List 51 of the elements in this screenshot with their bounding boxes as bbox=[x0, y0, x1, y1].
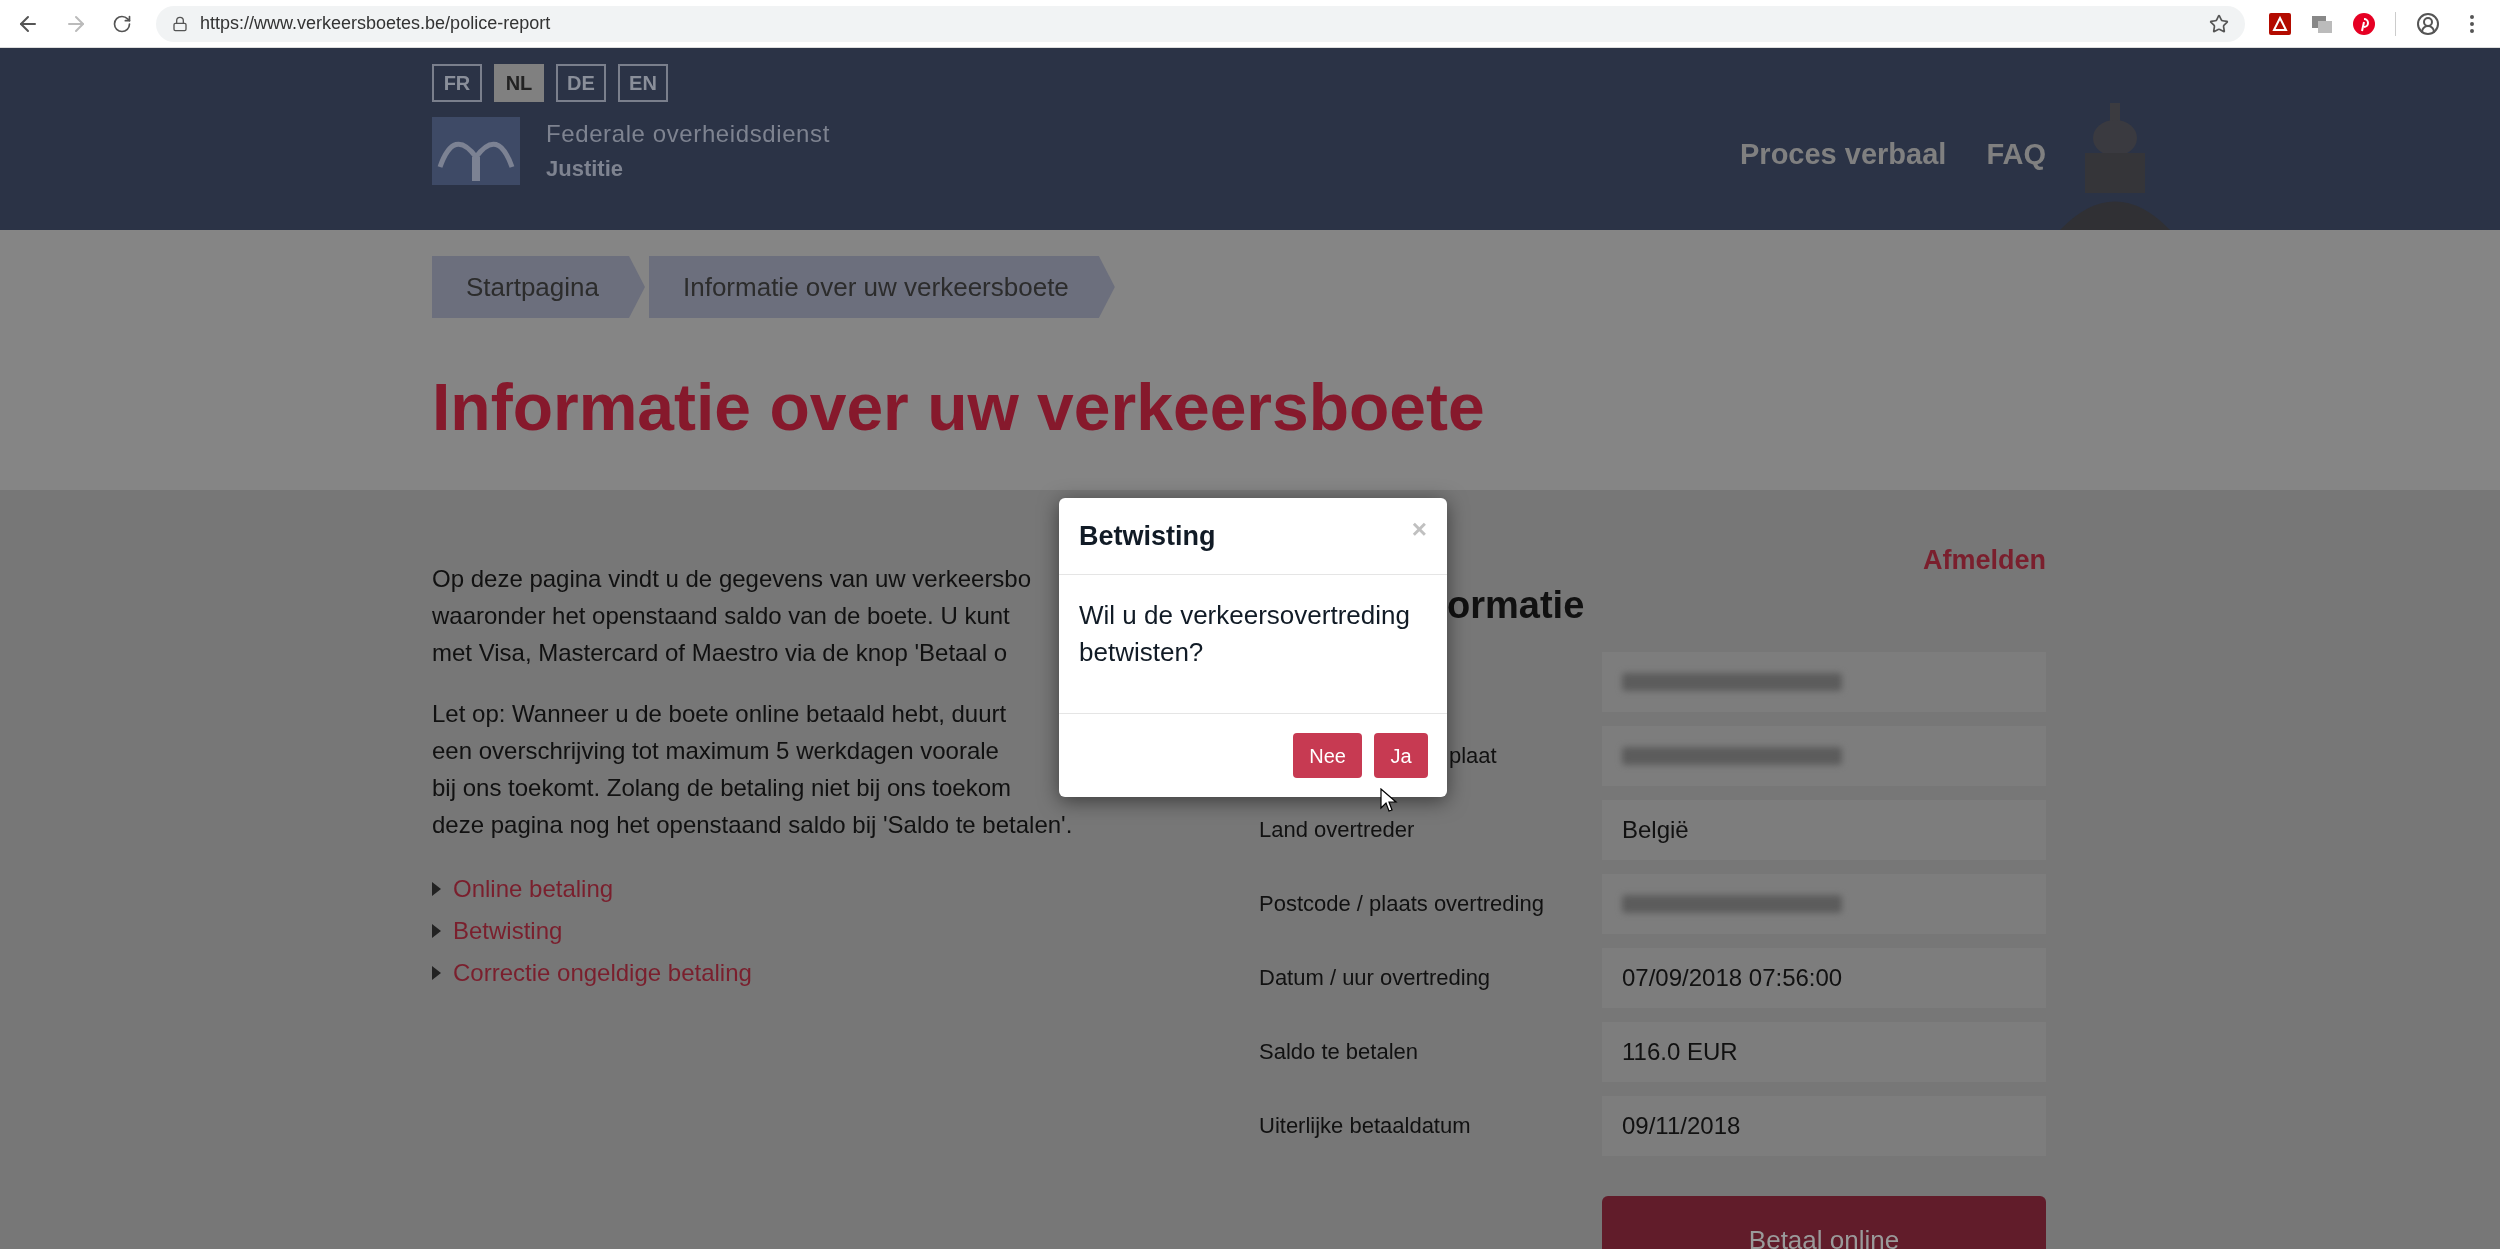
reload-icon[interactable] bbox=[112, 13, 132, 34]
dialog-message: Wil u de verkeersovertreding betwisten? bbox=[1079, 599, 1411, 669]
bookmark-star-icon[interactable] bbox=[2209, 13, 2229, 34]
value-field: België bbox=[1602, 799, 2046, 860]
paragraph-line: waaronder het openstaand saldo van de boete. U kunt bbox=[432, 601, 1010, 631]
lock-icon bbox=[172, 15, 188, 32]
page-title: Informatie over uw verkeersboete bbox=[432, 369, 1486, 446]
section-link[interactable]: Online betaling bbox=[453, 871, 614, 907]
dialog-button[interactable]: Nee bbox=[1293, 733, 1362, 778]
field-label: Datum / uur overtreding bbox=[1259, 965, 1491, 990]
language-button[interactable]: FR bbox=[432, 64, 482, 102]
field-label: Postcode / plaats overtreding bbox=[1259, 891, 1544, 916]
language-button[interactable]: NL bbox=[494, 64, 544, 102]
address-bar[interactable]: https://www.verkeersboetes.be/police-report bbox=[156, 5, 2245, 42]
field-label: Land overtreder bbox=[1259, 817, 1415, 842]
account-icon[interactable] bbox=[2416, 11, 2440, 36]
caret-right-icon bbox=[432, 924, 441, 938]
url-text: https://www.verkeersboetes.be/police-report bbox=[200, 12, 551, 35]
language-button[interactable]: EN bbox=[618, 64, 668, 102]
breadcrumb-item[interactable]: Informatie over uw verkeersboete bbox=[649, 256, 1115, 318]
dialog-title: Betwisting bbox=[1079, 519, 1216, 553]
pdf-extension-icon[interactable] bbox=[2269, 12, 2291, 35]
section-link[interactable]: Betwisting bbox=[453, 913, 563, 949]
paragraph-line: met Visa, Mastercard of Maestro via de knop 'Betaal o bbox=[432, 638, 1008, 668]
pay-online-button[interactable]: Betaal online bbox=[1602, 1195, 2046, 1249]
paragraph-line: Op deze pagina vindt u de gegevens van uw verkeersbo bbox=[432, 564, 1032, 594]
paragraph-line: Let op: Wanneer u de boete online betaald hebt, duurt bbox=[432, 699, 1007, 729]
section-link[interactable]: Correctie ongeldige betaling bbox=[453, 955, 752, 991]
field-label: Saldo te betalen bbox=[1259, 1039, 1419, 1064]
paragraph-line: een overschrijving tot maximum 5 werkdagen voorale bbox=[432, 736, 999, 766]
paragraph-line: bij ons toekomt. Zolang de betaling niet bij ons toekom bbox=[432, 773, 1011, 803]
dialog-button[interactable]: Ja bbox=[1374, 733, 1428, 778]
nav-link[interactable]: FAQ bbox=[1986, 132, 2046, 177]
logo-icon bbox=[432, 116, 520, 185]
section-heading: ormatie bbox=[1447, 582, 1586, 628]
value-field: 116.0 EUR bbox=[1602, 1021, 2046, 1082]
breadcrumb-item[interactable]: Startpagina bbox=[432, 256, 645, 318]
value-field: 09/11/2018 bbox=[1602, 1095, 2046, 1156]
language-button[interactable]: DE bbox=[556, 64, 606, 102]
value-field: 07/09/2018 07:56:00 bbox=[1602, 947, 2046, 1008]
paragraph-line: deze pagina nog het openstaand saldo bij 'Saldo te betalen'. bbox=[432, 810, 1073, 840]
caret-right-icon bbox=[432, 966, 441, 980]
organization-name: Federale overheidsdienst bbox=[546, 119, 830, 149]
close-button[interactable]: × bbox=[1411, 509, 1427, 549]
nav-link[interactable]: Proces verbaal bbox=[1740, 132, 1947, 177]
field-label: plaat bbox=[1449, 743, 1497, 768]
caret-right-icon bbox=[432, 882, 441, 896]
field-label: Uiterlijke betaaldatum bbox=[1259, 1113, 1471, 1138]
organization-department: Justitie bbox=[546, 155, 625, 183]
pin-extension-icon[interactable] bbox=[2353, 12, 2375, 35]
logout-link[interactable]: Afmelden bbox=[1922, 540, 2046, 581]
